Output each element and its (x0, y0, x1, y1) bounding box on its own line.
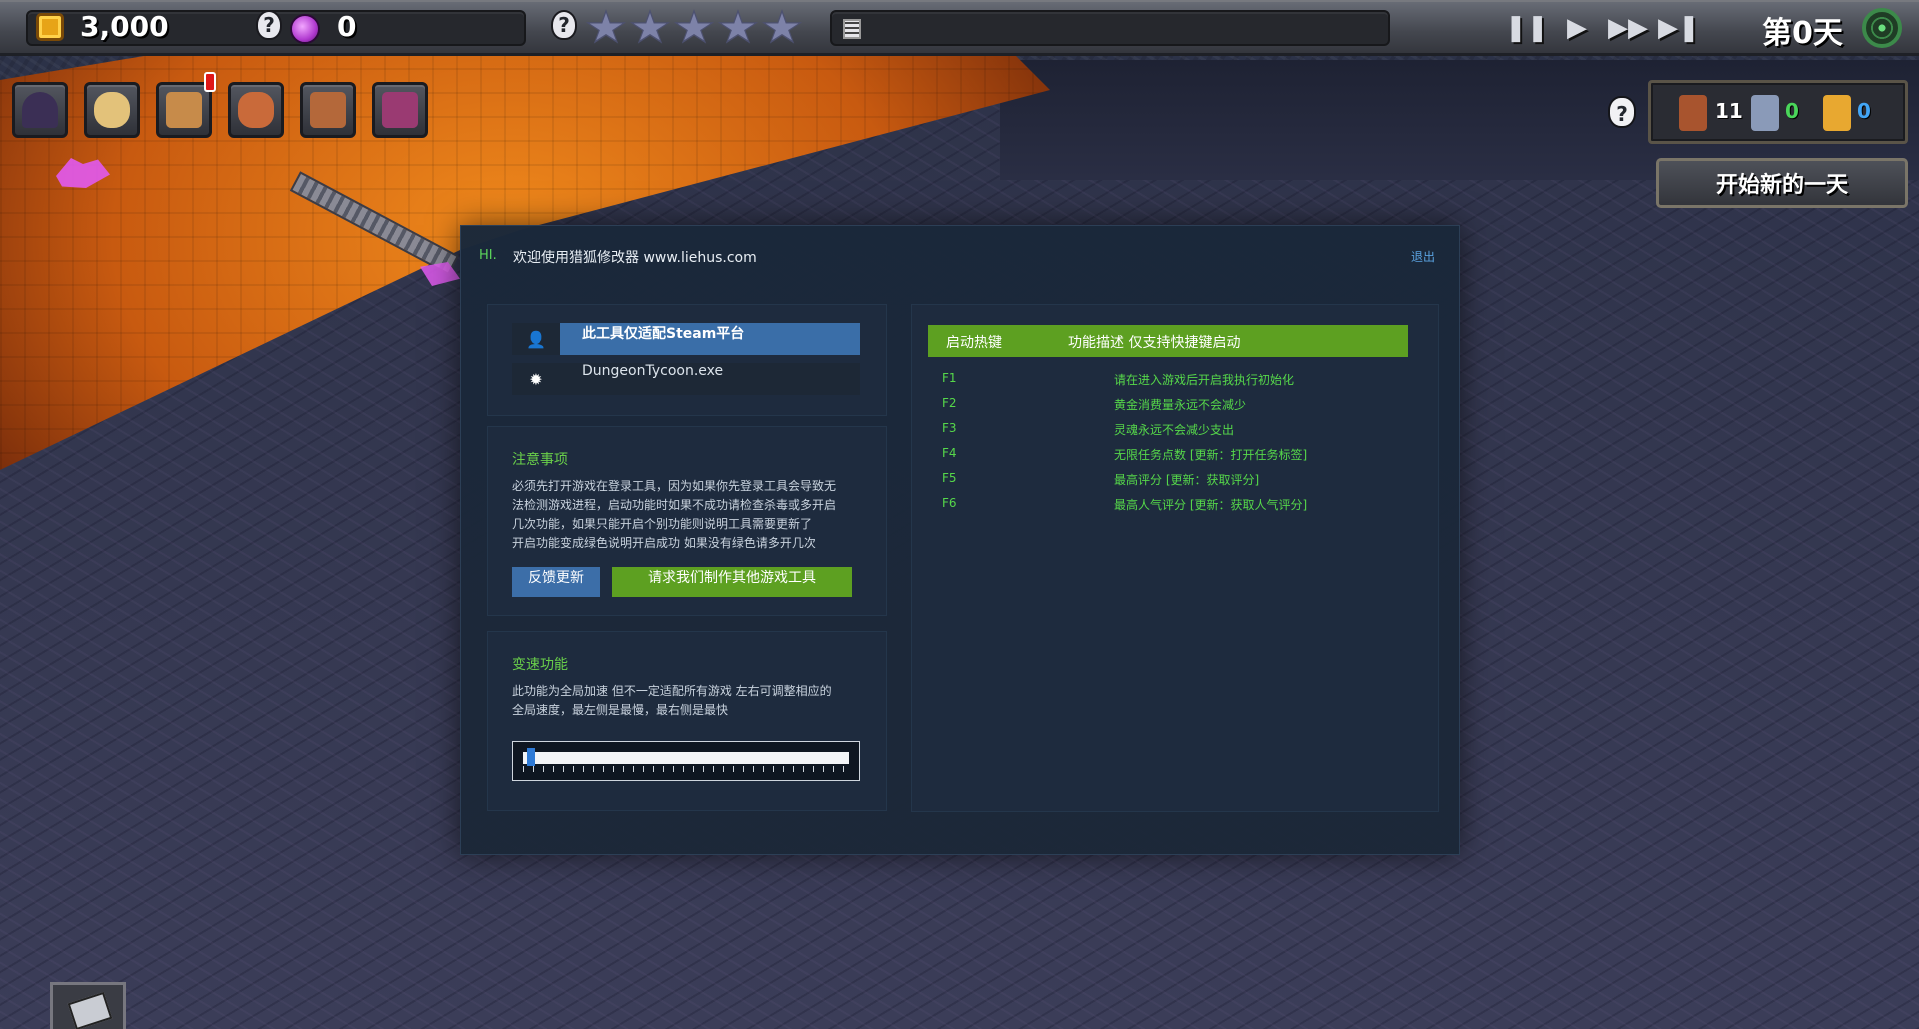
hero-icon (1823, 95, 1851, 131)
knight-icon (1751, 95, 1779, 131)
hotkey-desc: 最高评分 [更新：获取评分] (1114, 473, 1260, 487)
exit-link[interactable]: 退出 (1411, 248, 1435, 265)
skip-button[interactable]: ▶❚ (1658, 12, 1700, 44)
hotkey-desc: 黄金消费量永远不会减少 (1114, 398, 1247, 412)
star-icon (761, 9, 803, 44)
hotkey-row[interactable]: F4 无限任务点数 [更新：打开任务标签] (942, 446, 1382, 466)
hotkey-row[interactable]: F5 最高评分 [更新：获取评分] (942, 471, 1382, 491)
hotkey-row[interactable]: F2 黄金消费量永远不会减少 (942, 396, 1382, 416)
warrior-count: 11 (1715, 99, 1743, 123)
gold-amount: 3,000 (80, 10, 169, 43)
star-icon (673, 9, 715, 44)
hotkey-key: F6 (942, 496, 957, 510)
adventurer-panel: 11 0 0 (1648, 80, 1908, 144)
star-icon (629, 9, 671, 44)
board-tool-button[interactable] (300, 82, 356, 138)
portal-icon (22, 92, 58, 128)
process-name: DungeonTycoon.exe (560, 363, 860, 395)
trainer-title: 欢迎使用猎狐修改器 www.liehus.com (513, 250, 757, 266)
speed-title: 变速功能 (512, 657, 568, 673)
description-column-header: 功能描述 仅支持快捷键启动 (1068, 335, 1241, 351)
skull-hint-icon[interactable]: ? (256, 10, 282, 40)
hotkey-desc: 最高人气评分 [更新：获取人气评分] (1114, 498, 1308, 512)
alert-badge-icon (204, 72, 216, 92)
pause-button[interactable]: ❚❚ (1505, 12, 1549, 44)
monster-tool-button[interactable] (84, 82, 140, 138)
rating-hint-icon[interactable]: ? (551, 10, 577, 40)
craft-tool-button[interactable] (228, 82, 284, 138)
trainer-window: HI. 欢迎使用猎狐修改器 www.liehus.com 退出 👤 此工具仅适配… (460, 225, 1460, 855)
notice-text: 必须先打开游戏在登录工具，因为如果你先登录工具会导致无 法检测游戏进程，启动功能… (512, 477, 872, 553)
gear-icon: ✹ (512, 363, 560, 395)
soul-amount: 0 (337, 10, 357, 43)
notice-line: 开启功能变成绿色说明开启成功 如果没有绿色请多开几次 (512, 536, 816, 550)
hotkey-key: F1 (942, 371, 957, 385)
hammer-icon[interactable] (50, 982, 126, 1029)
hotkey-key: F4 (942, 446, 957, 460)
hotkey-table-header: 启动热键 功能描述 仅支持快捷键启动 (928, 325, 1408, 357)
trainer-header: HI. 欢迎使用猎狐修改器 www.liehus.com 退出 (461, 226, 1459, 286)
task-bar[interactable] (830, 10, 1390, 46)
radar-icon[interactable] (1862, 8, 1902, 48)
feedback-button[interactable]: 反馈更新 (512, 567, 600, 597)
gold-coin-icon (36, 13, 64, 41)
chest-tool-button[interactable] (372, 82, 428, 138)
speed-text: 此功能为全局加速 但不一定适配所有游戏 左右可调整相应的 全局速度，最左侧是最慢… (512, 682, 872, 720)
speed-card: 变速功能 此功能为全局加速 但不一定适配所有游戏 左右可调整相应的 全局速度，最… (487, 631, 887, 811)
request-tool-button[interactable]: 请求我们制作其他游戏工具 (612, 567, 852, 597)
speed-line: 全局速度，最左侧是最慢，最右侧是最快 (512, 703, 729, 717)
greeting-label: HI. (479, 248, 497, 263)
warrior-icon (1679, 95, 1707, 131)
process-row: ✹ DungeonTycoon.exe (512, 363, 860, 395)
slider-track[interactable] (523, 752, 849, 764)
book-icon (166, 92, 202, 128)
hotkey-key: F2 (942, 396, 957, 410)
hotkey-desc: 请在进入游戏后开启我执行初始化 (1114, 373, 1295, 387)
top-hud-bar: 3,000 ? 0 ? ❚❚ ▶ ▶▶ ▶❚ 第0天 (0, 0, 1919, 56)
notice-card: 注意事项 必须先打开游戏在登录工具，因为如果你先登录工具会导致无 法检测游戏进程… (487, 426, 887, 616)
help-icon[interactable]: ? (1608, 96, 1636, 128)
platform-row: 👤 此工具仅适配Steam平台 (512, 323, 860, 355)
platform-note: 此工具仅适配Steam平台 (560, 323, 860, 355)
hotkey-desc: 无限任务点数 [更新：打开任务标签] (1114, 448, 1308, 462)
star-icon (717, 9, 759, 44)
hotkey-key: F5 (942, 471, 957, 485)
notice-title: 注意事项 (512, 452, 568, 468)
user-icon: 👤 (512, 323, 560, 355)
speed-line: 此功能为全局加速 但不一定适配所有游戏 左右可调整相应的 (512, 684, 832, 698)
hotkey-desc: 灵魂永远不会减少支出 (1114, 423, 1235, 437)
info-card: 👤 此工具仅适配Steam平台 ✹ DungeonTycoon.exe (487, 304, 887, 416)
start-new-day-button[interactable]: 开始新的一天 (1656, 158, 1908, 208)
hotkey-card: 启动热键 功能描述 仅支持快捷键启动 F1 请在进入游戏后开启我执行初始化 F2 黄… (911, 304, 1439, 812)
fast-forward-button[interactable]: ▶▶ (1605, 12, 1651, 44)
star-icon (585, 9, 627, 44)
notice-line: 法检测游戏进程，启动功能时如果不成功请检查杀毒或多开启 (512, 498, 837, 512)
play-button[interactable]: ▶ (1560, 12, 1594, 44)
hotkey-column-header: 启动热键 (946, 335, 1002, 351)
portal-tool-button[interactable] (12, 82, 68, 138)
slider-thumb[interactable] (527, 748, 536, 766)
task-list-icon[interactable] (843, 19, 861, 39)
hotkey-row[interactable]: F6 最高人气评分 [更新：获取人气评分] (942, 496, 1382, 516)
notice-line: 几次功能，如果只能开启个别功能则说明工具需要更新了 (512, 517, 813, 531)
soul-orb-icon (290, 14, 320, 44)
notice-board-icon (310, 92, 346, 128)
speed-slider[interactable] (512, 741, 860, 781)
knight-count: 0 (1785, 99, 1799, 123)
slider-ticks (523, 766, 849, 772)
skull-icon (94, 92, 130, 128)
chest-icon (382, 92, 418, 128)
crafting-icon (238, 92, 274, 128)
notice-line: 必须先打开游戏在登录工具，因为如果你先登录工具会导致无 (512, 479, 837, 493)
hotkey-key: F3 (942, 421, 957, 435)
day-counter: 第0天 (1762, 16, 1843, 51)
hotkey-row[interactable]: F3 灵魂永远不会减少支出 (942, 421, 1382, 441)
hero-count: 0 (1857, 99, 1871, 123)
star-rating (585, 9, 803, 47)
hotkey-row[interactable]: F1 请在进入游戏后开启我执行初始化 (942, 371, 1382, 391)
